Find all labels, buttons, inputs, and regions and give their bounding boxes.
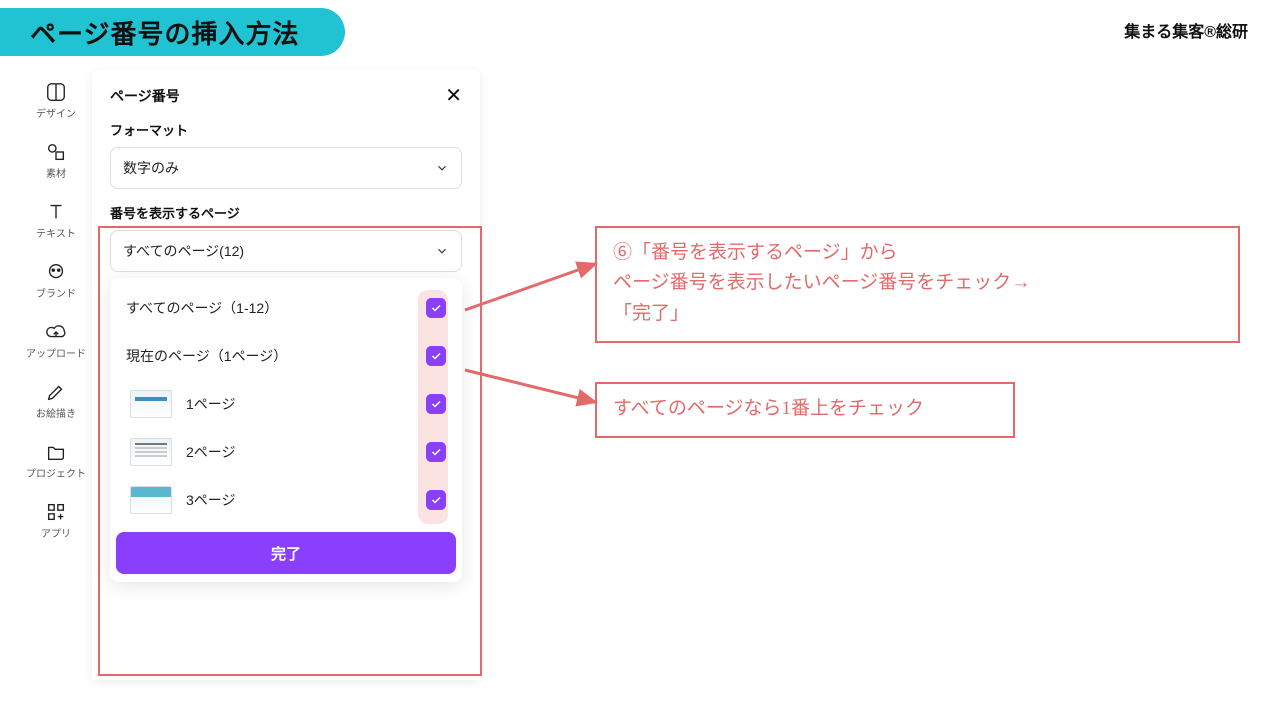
side-elements[interactable]: 素材 (20, 130, 92, 190)
apps-grid-icon (45, 501, 67, 523)
chevron-down-icon (435, 161, 449, 175)
panel-title: ページ番号 (110, 86, 180, 106)
page-thumbnail (130, 486, 172, 514)
side-design[interactable]: デザイン (20, 70, 92, 130)
side-apps[interactable]: アプリ (20, 490, 92, 550)
option-label: 3ページ (186, 490, 426, 510)
side-label: お絵描き (36, 405, 76, 420)
checkbox-checked-icon[interactable] (426, 394, 446, 414)
text-icon (45, 201, 67, 223)
checkbox-checked-icon[interactable] (426, 442, 446, 462)
page-thumbnail (130, 390, 172, 418)
side-label: ブランド (36, 285, 76, 300)
option-page-1[interactable]: 1ページ (116, 380, 456, 428)
layout-icon (45, 81, 67, 103)
brand-label: 集まる集客®総研 (1124, 18, 1248, 42)
option-page-2[interactable]: 2ページ (116, 428, 456, 476)
page-title: ページ番号の挿入方法 (30, 14, 299, 51)
option-label: 現在のページ（1ページ） (126, 346, 426, 366)
pages-select[interactable]: すべてのページ(12) (110, 230, 462, 272)
option-label: 1ページ (186, 394, 426, 414)
page-title-pill: ページ番号の挿入方法 (0, 8, 345, 56)
side-label: アプリ (41, 525, 71, 540)
side-project[interactable]: プロジェクト (20, 430, 92, 490)
side-label: プロジェクト (26, 465, 86, 480)
side-draw[interactable]: お絵描き (20, 370, 92, 430)
side-label: テキスト (36, 225, 76, 240)
format-select[interactable]: 数字のみ (110, 147, 462, 189)
pages-dropdown: すべてのページ（1-12） 現在のページ（1ページ） 1ページ 2ページ (110, 278, 462, 582)
done-button[interactable]: 完了 (116, 532, 456, 574)
side-text[interactable]: テキスト (20, 190, 92, 250)
page-thumbnail (130, 438, 172, 466)
pencil-icon (45, 381, 67, 403)
format-value: 数字のみ (123, 158, 179, 178)
option-label: すべてのページ（1-12） (126, 298, 426, 318)
side-rail: デザイン 素材 テキスト ブランド アップロード お絵描き プロジェクト アプ (20, 70, 92, 680)
option-all-pages[interactable]: すべてのページ（1-12） (116, 284, 456, 332)
pages-label: 番号を表示するページ (110, 203, 462, 222)
checkbox-checked-icon[interactable] (426, 490, 446, 510)
side-brand[interactable]: ブランド (20, 250, 92, 310)
shapes-icon (45, 141, 67, 163)
pages-value: すべてのページ(12) (123, 241, 244, 261)
folder-icon (45, 441, 67, 463)
cloud-upload-icon (45, 321, 67, 343)
option-label: 2ページ (186, 442, 426, 462)
option-current-page[interactable]: 現在のページ（1ページ） (116, 332, 456, 380)
checkbox-checked-icon[interactable] (426, 298, 446, 318)
close-icon[interactable]: ✕ (445, 86, 462, 106)
page-number-panel: ページ番号 ✕ フォーマット 数字のみ 番号を表示するページ すべてのページ(1… (92, 70, 480, 680)
annotation-callout-1: ⑥「番号を表示するページ」から ページ番号を表示したいページ番号をチェック→ 「… (595, 226, 1240, 343)
side-label: アップロード (26, 345, 86, 360)
checkbox-checked-icon[interactable] (426, 346, 446, 366)
chevron-down-icon (435, 244, 449, 258)
editor-area: デザイン 素材 テキスト ブランド アップロード お絵描き プロジェクト アプ (20, 70, 480, 680)
format-label: フォーマット (110, 120, 462, 139)
side-upload[interactable]: アップロード (20, 310, 92, 370)
option-page-3[interactable]: 3ページ (116, 476, 456, 524)
brand-icon (45, 261, 67, 283)
annotation-callout-2: すべてのページなら1番上をチェック (595, 382, 1015, 438)
side-label: 素材 (46, 165, 66, 180)
side-label: デザイン (36, 105, 76, 120)
